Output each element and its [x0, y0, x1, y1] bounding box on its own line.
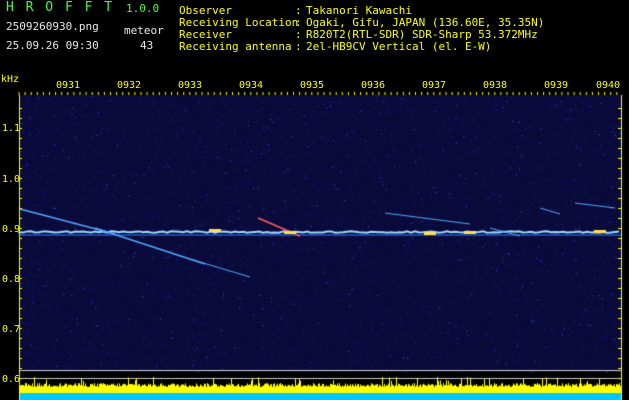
header-panel: H R O F F T 1.0.0 2509260930.png meteor … — [0, 0, 629, 74]
info-label-antenna: Receiving antenna — [179, 40, 292, 53]
x-tick-label: 0939 — [543, 80, 569, 91]
y-tick-label: 1.1 — [2, 123, 21, 134]
y-tick-label: 0.6 — [2, 374, 21, 385]
file-name: 2509260930.png — [6, 20, 99, 33]
app-version: 1.0.0 — [126, 2, 160, 15]
y-tick-label: 0.7 — [2, 324, 21, 335]
x-tick-label: 0934 — [238, 80, 264, 91]
y-tick-label: 0.9 — [2, 224, 21, 235]
date-time: 25.09.26 09:30 — [6, 39, 99, 52]
x-tick-label: 0931 — [55, 80, 81, 91]
x-tick-label: 0935 — [299, 80, 325, 91]
meteor-label: meteor — [124, 24, 164, 37]
y-unit-label: kHz — [1, 74, 20, 85]
x-tick-label: 0940 — [595, 80, 621, 91]
x-tick-label: 0932 — [116, 80, 142, 91]
info-value-antenna: 2el-HB9CV Vertical (el. E-W) — [306, 40, 492, 53]
x-tick-label: 0938 — [482, 80, 508, 91]
y-tick-label: 0.8 — [2, 274, 21, 285]
app-name: H R O F F T — [6, 0, 115, 15]
info-colon: : — [295, 40, 302, 53]
x-tick-label: 0937 — [421, 80, 447, 91]
y-tick-label: 1.0 — [2, 174, 21, 185]
x-tick-label: 0933 — [177, 80, 203, 91]
x-tick-label: 0936 — [360, 80, 386, 91]
meteor-count: 43 — [140, 39, 154, 52]
